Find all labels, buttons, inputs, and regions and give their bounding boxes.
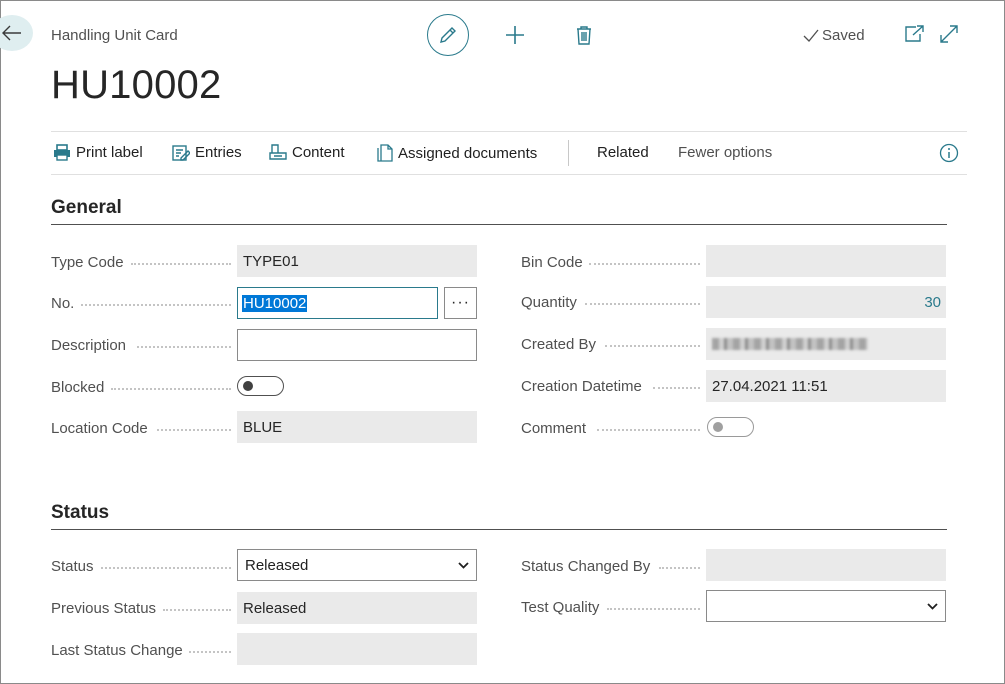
assigned-documents-action[interactable]: Assigned documents [377,144,537,162]
created-by-field[interactable] [706,328,946,360]
toggle-knob [243,381,253,391]
comment-label: Comment [521,420,587,437]
related-menu[interactable]: Related [597,144,649,161]
dotted-leader [653,387,700,389]
status-changed-by-label: Status Changed By [521,558,651,575]
chevron-down-icon [458,561,469,569]
dotted-leader [585,303,700,305]
action-bar: Print label Entries Content Assigned doc… [51,131,967,175]
printer-icon [54,144,70,161]
blocked-label: Blocked [51,379,105,396]
general-section-header[interactable]: General [51,197,947,225]
blocked-toggle[interactable] [237,376,284,396]
open-new-window-button[interactable] [903,23,925,45]
content-action[interactable]: Content [269,144,345,161]
dotted-leader [589,263,700,265]
no-field[interactable]: HU10002 [237,287,438,319]
content-label: Content [292,144,345,161]
last-status-change-label: Last Status Change [51,642,183,659]
edit-button[interactable] [427,14,469,56]
save-status-label: Saved [822,27,865,44]
no-label: No. [51,295,75,312]
dotted-leader [597,429,700,431]
test-quality-select[interactable] [706,590,946,622]
description-label: Description [51,337,127,354]
chevron-down-icon [927,602,938,610]
info-button[interactable] [939,143,959,163]
description-field[interactable] [237,329,477,361]
plus-icon [506,26,524,44]
quantity-field[interactable]: 30 [706,286,946,318]
trash-icon [577,26,591,45]
toggle-knob [713,422,723,432]
dotted-leader [111,388,231,390]
status-section-header[interactable]: Status [51,502,947,530]
bin-code-field[interactable] [706,245,946,277]
fewer-options-button[interactable]: Fewer options [678,144,772,161]
fewer-options-label: Fewer options [678,144,773,161]
related-label: Related [597,144,649,161]
ellipsis-icon: ··· [451,294,470,311]
location-code-label: Location Code [51,420,148,437]
info-icon [939,143,959,163]
handling-unit-card-page: Handling Unit Card HU10002 Saved Print l… [0,0,1005,684]
previous-status-label: Previous Status [51,600,157,617]
popout-icon [905,25,924,42]
no-field-value: HU10002 [242,294,308,312]
checkmark-icon [803,29,819,42]
last-status-change-field[interactable] [237,633,477,665]
bin-code-label: Bin Code [521,254,583,271]
expand-icon [940,25,958,43]
print-label-action[interactable]: Print label [53,144,143,161]
status-select[interactable]: Released [237,549,477,581]
print-label-label: Print label [76,144,143,161]
save-status: Saved [803,27,865,44]
dotted-leader [189,651,231,653]
entries-action[interactable]: Entries [172,144,242,161]
new-button[interactable] [504,24,526,46]
entries-label: Entries [195,144,242,161]
arrow-left-icon [2,25,21,41]
status-label: Status [51,558,94,575]
pencil-icon [440,27,456,43]
dotted-leader [101,567,231,569]
dotted-leader [157,429,231,431]
back-button[interactable] [0,15,33,51]
creation-datetime-label: Creation Datetime [521,378,642,395]
comment-toggle[interactable] [707,417,754,437]
document-icon [377,144,393,162]
dotted-leader [607,608,700,610]
status-changed-by-field[interactable] [706,549,946,581]
previous-status-field[interactable]: Released [237,592,477,624]
type-code-label: Type Code [51,254,124,271]
dotted-leader [163,609,231,611]
entries-icon [172,145,190,161]
delete-button[interactable] [573,23,595,47]
redacted-value [712,338,868,350]
type-code-field[interactable]: TYPE01 [237,245,477,277]
expand-button[interactable] [938,23,960,45]
page-title: HU10002 [51,63,222,107]
creation-datetime-field[interactable]: 27.04.2021 11:51 [706,370,946,402]
no-assist-edit-button[interactable]: ··· [444,287,477,319]
created-by-label: Created By [521,336,597,353]
status-select-value: Released [245,556,309,574]
location-code-field[interactable]: BLUE [237,411,477,443]
dotted-leader [659,567,700,569]
dotted-leader [137,346,231,348]
dotted-leader [81,304,231,306]
quantity-label: Quantity [521,294,577,311]
page-caption: Handling Unit Card [51,27,178,44]
test-quality-label: Test Quality [521,599,600,616]
dotted-leader [605,345,700,347]
assigned-documents-label: Assigned documents [398,144,538,162]
content-icon [269,144,287,160]
dotted-leader [131,263,231,265]
action-separator [568,140,569,166]
